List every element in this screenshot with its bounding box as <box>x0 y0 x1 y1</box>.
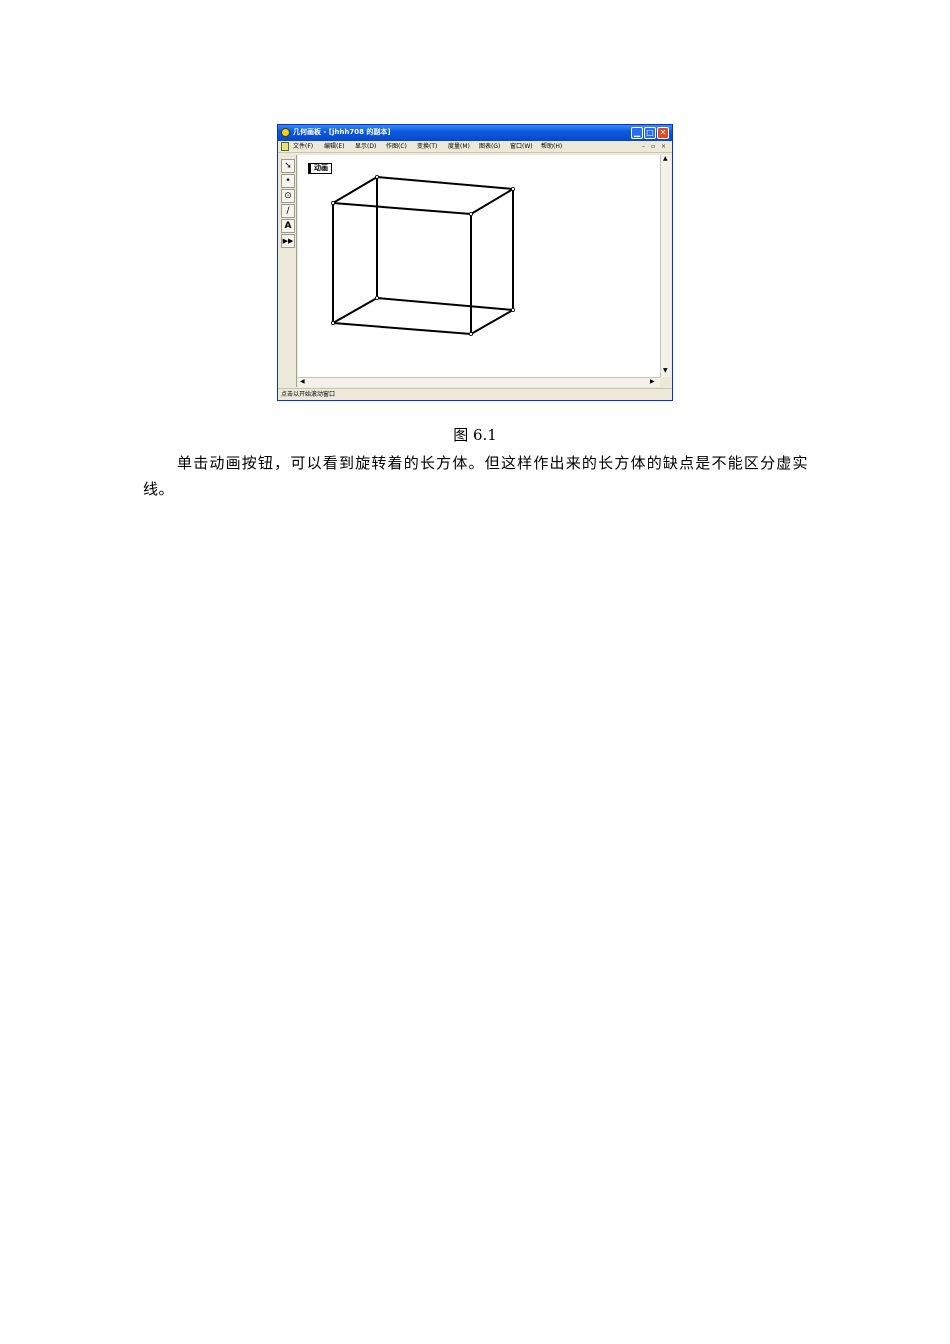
scroll-up-arrow-icon[interactable]: ▲ <box>663 155 668 163</box>
title-bar[interactable]: 几何画板 - [jhhh708 的副本] ▁ □ ✕ <box>278 125 672 141</box>
document-icon <box>281 142 289 151</box>
cuboid-edge <box>332 202 472 215</box>
status-bar: 点击以开始滚动窗口 <box>278 388 672 400</box>
doc-minimize-button[interactable]: – <box>642 142 645 151</box>
doc-close-button[interactable]: × <box>661 142 666 151</box>
vertical-scrollbar[interactable]: ▲ ▼ <box>660 155 671 377</box>
app-icon <box>281 128 290 137</box>
close-button[interactable]: ✕ <box>657 127 669 139</box>
toolbox: ➘ • ⊙ ∕ A ▶▶ <box>279 155 297 387</box>
cuboid-edge <box>470 188 514 215</box>
cuboid-vertex <box>510 187 515 192</box>
cuboid-edge <box>376 297 514 311</box>
doc-restore-button[interactable]: ▫ <box>651 142 655 151</box>
cuboid-edge <box>332 297 378 324</box>
menu-window[interactable]: 窗口(W) <box>510 142 533 151</box>
cuboid-vertex <box>510 307 515 312</box>
geometer-sketchpad-window: 几何画板 - [jhhh708 的副本] ▁ □ ✕ 文件(F) 编辑(E) 显… <box>277 124 673 401</box>
cuboid-edge <box>332 322 472 335</box>
scroll-left-arrow-icon[interactable]: ◀ <box>300 378 305 386</box>
horizontal-scrollbar[interactable]: ◀ ▶ <box>298 377 660 387</box>
menu-file[interactable]: 文件(F) <box>293 142 313 151</box>
cuboid-edge <box>332 176 378 204</box>
window-title: 几何画板 - [jhhh708 的副本] <box>293 128 391 136</box>
menu-edit[interactable]: 编辑(E) <box>324 142 344 151</box>
cuboid-edge <box>470 309 514 335</box>
cuboid-vertex <box>375 174 380 179</box>
compass-tool[interactable]: ⊙ <box>281 189 295 203</box>
menu-bar: 文件(F) 编辑(E) 显示(D) 作图(C) 变换(T) 度量(M) 图表(G… <box>278 141 672 153</box>
sketch-canvas[interactable]: 动画 <box>298 155 660 377</box>
status-text: 点击以开始滚动窗口 <box>281 391 336 398</box>
cuboid-vertex <box>375 295 380 300</box>
menu-measure[interactable]: 度量(M) <box>448 142 470 151</box>
cuboid-vertex <box>468 212 473 217</box>
cuboid-vertex <box>331 201 336 206</box>
menu-transform[interactable]: 变换(T) <box>417 142 437 151</box>
text-tool[interactable]: A <box>281 219 295 233</box>
straightedge-tool[interactable]: ∕ <box>281 204 295 218</box>
body-paragraph: 单击动画按钮，可以看到旋转着的长方体。但这样作出来的长方体的缺点是不能区分虚实线… <box>143 454 808 498</box>
figure-caption: 图 6.1 <box>453 426 497 444</box>
minimize-button[interactable]: ▁ <box>631 127 643 139</box>
menu-graph[interactable]: 图表(G) <box>479 142 500 151</box>
menu-construct[interactable]: 作图(C) <box>386 142 407 151</box>
scroll-right-arrow-icon[interactable]: ▶ <box>650 378 655 386</box>
cuboid-edge <box>376 176 514 190</box>
animation-button[interactable]: 动画 <box>308 163 332 174</box>
custom-tool[interactable]: ▶▶ <box>281 234 295 248</box>
cuboid-vertex <box>468 331 473 336</box>
selection-arrow-tool[interactable]: ➘ <box>281 159 295 173</box>
menu-display[interactable]: 显示(D) <box>355 142 376 151</box>
menu-help[interactable]: 帮助(H) <box>541 142 562 151</box>
maximize-button[interactable]: □ <box>644 127 656 139</box>
scroll-down-arrow-icon[interactable]: ▼ <box>663 367 668 375</box>
cuboid-vertex <box>331 320 336 325</box>
point-tool[interactable]: • <box>281 174 295 188</box>
cuboid-drawing <box>331 174 515 336</box>
